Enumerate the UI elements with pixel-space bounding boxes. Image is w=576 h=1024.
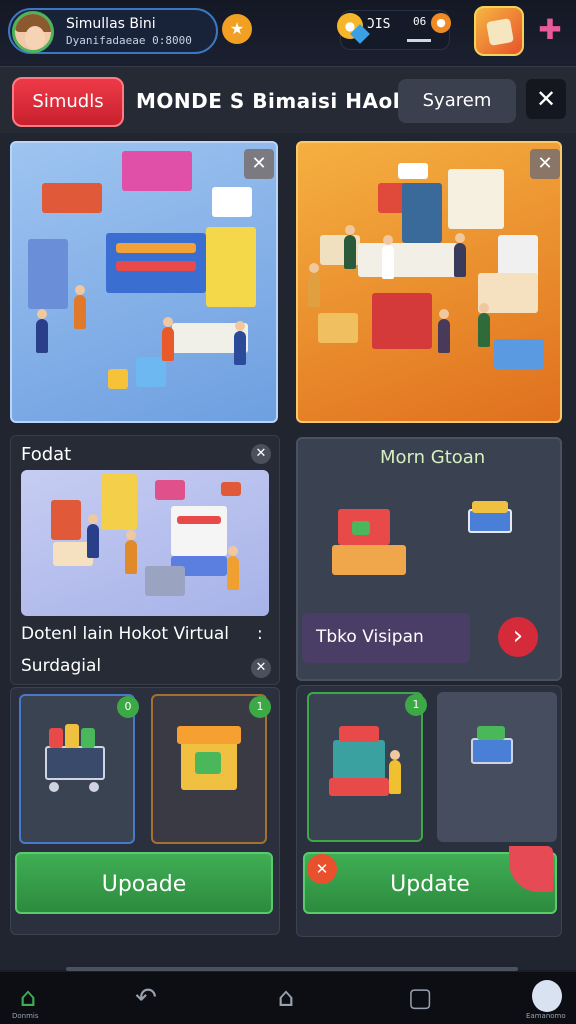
main-panel: Simudls MONDE S Bimaisi HAol Syarem ✕ ✕ (0, 66, 576, 971)
tools-icon[interactable]: ✚ (532, 12, 568, 48)
item-card-goods[interactable]: 1 (307, 692, 427, 842)
coin-add-icon[interactable]: ● (431, 13, 451, 33)
avatar (12, 11, 54, 53)
arrow-right-icon[interactable]: › (498, 617, 538, 657)
item-badge: 1 (405, 694, 427, 716)
profile-badge[interactable]: Simullas Bini Dyanifadaeae 0:8000 (8, 8, 218, 54)
currency-value: ƆIS (367, 17, 391, 32)
horizontal-scrollbar[interactable] (66, 967, 518, 971)
currency-display: ● ƆIS 06 ● (337, 10, 451, 50)
close-icon[interactable]: ✕ (251, 658, 271, 678)
recent-apps-icon[interactable]: ▢ (400, 978, 440, 1018)
update-button[interactable]: Upoade (15, 852, 273, 914)
goods-crate-icon (329, 720, 409, 810)
update-group-left: 0 1 Upoade (10, 687, 280, 935)
shop-goods-illustration (332, 499, 412, 589)
visit-store-label: Tbko Visipan (316, 627, 424, 647)
close-icon[interactable]: ✕ (530, 149, 560, 179)
visit-store-button[interactable]: Tbko Visipan (302, 613, 470, 663)
store-illustration-blue (12, 143, 276, 421)
store-illustration-feature (21, 470, 269, 616)
back-icon[interactable]: ↶ (126, 978, 166, 1018)
cube-icon[interactable] (474, 6, 524, 56)
currency-value-secondary: 06 (413, 15, 427, 28)
close-icon[interactable]: ✕ (251, 444, 271, 464)
currency-bar (407, 39, 431, 42)
profile-subtitle: Dyanifadaeae 0:8000 (66, 34, 192, 47)
panel-title: MONDE S Bimaisi HAol (136, 89, 401, 113)
item-card-cart[interactable]: 0 (19, 694, 139, 844)
shopping-cart-icon (464, 499, 524, 553)
shopping-cart-icon (467, 722, 527, 782)
item-card-box[interactable]: 1 (151, 694, 271, 844)
star-icon[interactable]: ★ (222, 14, 252, 44)
close-icon[interactable]: ✕ (307, 854, 337, 884)
home-label: Donmis (12, 1012, 39, 1020)
store-illustration-orange (298, 143, 560, 421)
feature-description: Dotenl lain Hokot Virtual (21, 624, 230, 644)
profile-name: Simullas Bini (66, 16, 156, 32)
close-icon[interactable]: ✕ (244, 149, 274, 179)
bottom-nav: ⌂ Donmis ↶ ⌂ ▢ Eamanomo (0, 972, 576, 1024)
item-card-cart-right[interactable] (437, 692, 557, 842)
item-badge: 0 (117, 696, 139, 718)
shopping-cart-icon (39, 722, 119, 802)
feature-title: Fodat (21, 444, 72, 465)
update-group-right: 1 Update ✕ (296, 685, 562, 937)
shop-card: Morn Gtoan Tbko Visipan › (296, 437, 562, 681)
profile-label: Eamanomo (526, 1012, 566, 1020)
store-card-orange[interactable]: ✕ (296, 141, 562, 423)
gift-box-icon (175, 726, 245, 806)
tab-row: Simudls MONDE S Bimaisi HAol Syarem ✕ (0, 67, 576, 133)
feature-more-icon[interactable]: : (257, 624, 263, 644)
house-icon[interactable]: ⌂ (266, 978, 306, 1018)
panel-close-button[interactable]: ✕ (526, 79, 566, 119)
store-card-blue[interactable]: ✕ (10, 141, 278, 423)
top-bar: Simullas Bini Dyanifadaeae 0:8000 ★ ● ƆI… (0, 0, 576, 64)
tab-sistem[interactable]: Syarem (398, 79, 516, 123)
tab-simulasi[interactable]: Simudls (12, 77, 124, 127)
item-badge: 1 (249, 696, 271, 718)
feature-description-line2: Surdagial (21, 656, 102, 676)
feature-card: Fodat ✕ Dotenl lain Hokot Virtual : Surd… (10, 435, 280, 685)
shop-title: Morn Gtoan (380, 447, 486, 468)
